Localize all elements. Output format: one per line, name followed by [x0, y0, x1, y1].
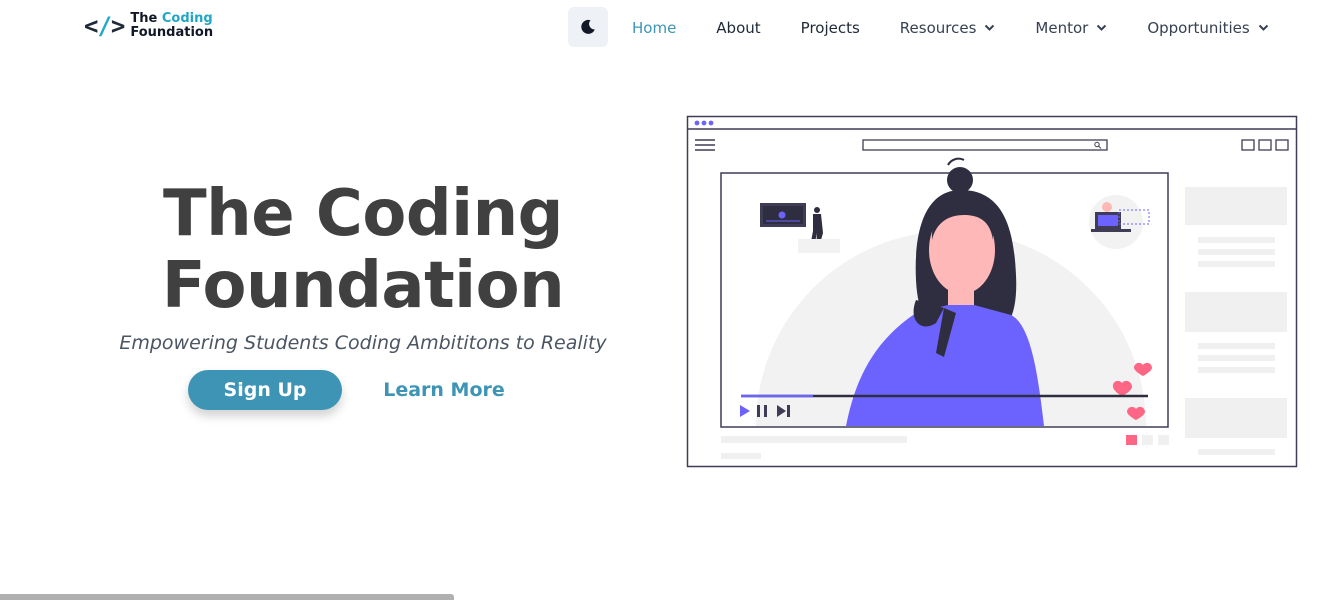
code-brackets-icon: </> [84, 12, 125, 40]
nav-mentor[interactable]: Mentor [1035, 19, 1107, 37]
logo-line2: Foundation [130, 25, 214, 40]
theme-toggle-button[interactable] [568, 7, 608, 47]
nav-opportunities-label: Opportunities [1147, 18, 1250, 37]
nav-mentor-label: Mentor [1035, 18, 1089, 37]
moon-icon [581, 19, 595, 34]
logo-line1-accent: Coding [161, 11, 213, 26]
logo-line1: The [130, 11, 158, 26]
nav-projects-label: Projects [800, 18, 860, 37]
nav-home-label: Home [632, 18, 677, 37]
nav-home[interactable]: Home [632, 19, 676, 37]
nav-opportunities[interactable]: Opportunities [1147, 19, 1268, 37]
hero-subtitle: Empowering Students Coding Ambititons to… [119, 332, 607, 354]
chevron-down-icon [1258, 24, 1268, 31]
chevron-down-icon [1097, 24, 1107, 31]
logo-text: The Coding Foundation [130, 12, 213, 40]
main-nav: Home About Projects Resources Mentor Opp… [632, 0, 1269, 55]
nav-about[interactable]: About [716, 19, 760, 37]
horizontal-scrollbar[interactable] [0, 594, 454, 600]
site-logo[interactable]: </> The Coding Foundation [84, 12, 213, 41]
hero-title-line1: The Coding [163, 177, 563, 251]
sign-up-button[interactable]: Sign Up [188, 370, 342, 410]
nav-resources-label: Resources [899, 18, 977, 37]
hero-title: The Coding Foundation [120, 178, 606, 322]
learn-more-link[interactable]: Learn More [372, 370, 516, 410]
nav-about-label: About [716, 18, 761, 37]
hero-title-line2: Foundation [161, 249, 565, 323]
nav-resources[interactable]: Resources [900, 19, 996, 37]
nav-projects[interactable]: Projects [801, 19, 860, 37]
chevron-down-icon [985, 24, 995, 31]
video-streaming-illustration [686, 115, 1298, 468]
